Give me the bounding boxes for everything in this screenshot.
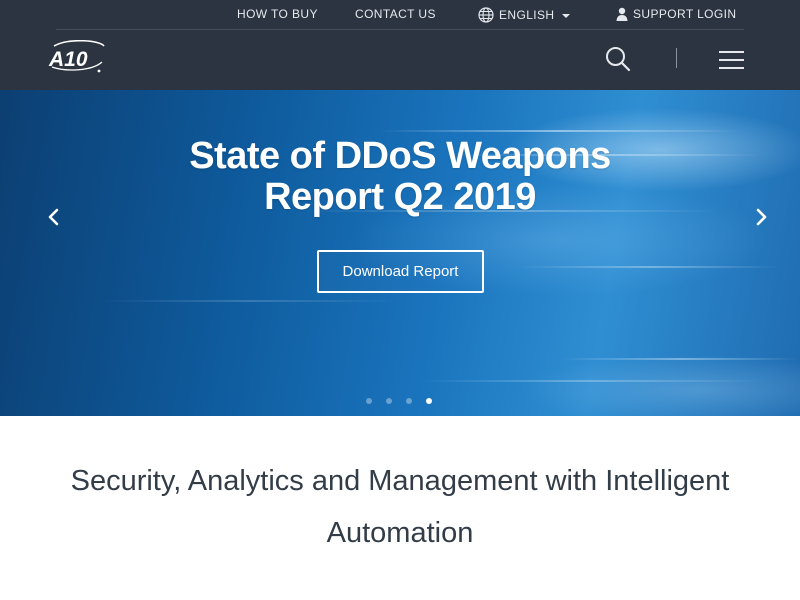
light-streak: [520, 266, 780, 268]
carousel-indicators: [366, 398, 446, 406]
carousel-dot-4[interactable]: [426, 398, 432, 404]
carousel-dot-3[interactable]: [406, 398, 412, 404]
menu-button[interactable]: [719, 49, 745, 71]
language-selector[interactable]: ENGLISH: [478, 7, 571, 23]
download-report-button[interactable]: Download Report: [317, 250, 484, 293]
user-icon: [616, 7, 628, 21]
hero-title: State of DDoS Weapons Report Q2 2019: [100, 136, 700, 218]
language-label: ENGLISH: [499, 8, 555, 22]
search-button[interactable]: [604, 45, 632, 73]
search-icon: [606, 47, 631, 72]
utility-bar: HOW TO BUY CONTACT US ENGLISH SUPPORT LO…: [56, 0, 744, 30]
carousel-prev-button[interactable]: [44, 206, 64, 228]
nav-divider: [676, 48, 677, 68]
light-streak: [420, 380, 760, 382]
hamburger-menu-icon: [719, 51, 744, 69]
how-to-buy-label: HOW TO BUY: [237, 7, 318, 21]
a10-logo[interactable]: A10: [48, 39, 106, 74]
chevron-right-icon: [756, 208, 767, 226]
site-header: HOW TO BUY CONTACT US ENGLISH SUPPORT LO…: [0, 0, 800, 90]
chevron-left-icon: [48, 208, 59, 226]
light-streak: [560, 358, 800, 360]
light-streak: [380, 130, 740, 132]
how-to-buy-link[interactable]: HOW TO BUY: [237, 7, 318, 21]
chevron-down-icon: [562, 13, 571, 18]
carousel-next-button[interactable]: [752, 206, 772, 228]
hero-title-line-1: State of DDoS Weapons: [189, 135, 611, 177]
contact-us-link[interactable]: CONTACT US: [355, 7, 436, 21]
support-login-link[interactable]: SUPPORT LOGIN: [616, 7, 736, 21]
logo-graphic: A10: [48, 39, 105, 73]
carousel-dot-2[interactable]: [386, 398, 392, 404]
carousel-dot-1[interactable]: [366, 398, 372, 404]
intro-heading: Security, Analytics and Management with …: [70, 465, 730, 549]
contact-us-label: CONTACT US: [355, 7, 436, 21]
support-login-label: SUPPORT LOGIN: [633, 7, 737, 21]
globe-icon: [478, 7, 494, 23]
hero-carousel: State of DDoS Weapons Report Q2 2019 Dow…: [0, 90, 800, 416]
hero-title-line-2: Report Q2 2019: [264, 176, 536, 218]
light-streak: [100, 300, 400, 302]
